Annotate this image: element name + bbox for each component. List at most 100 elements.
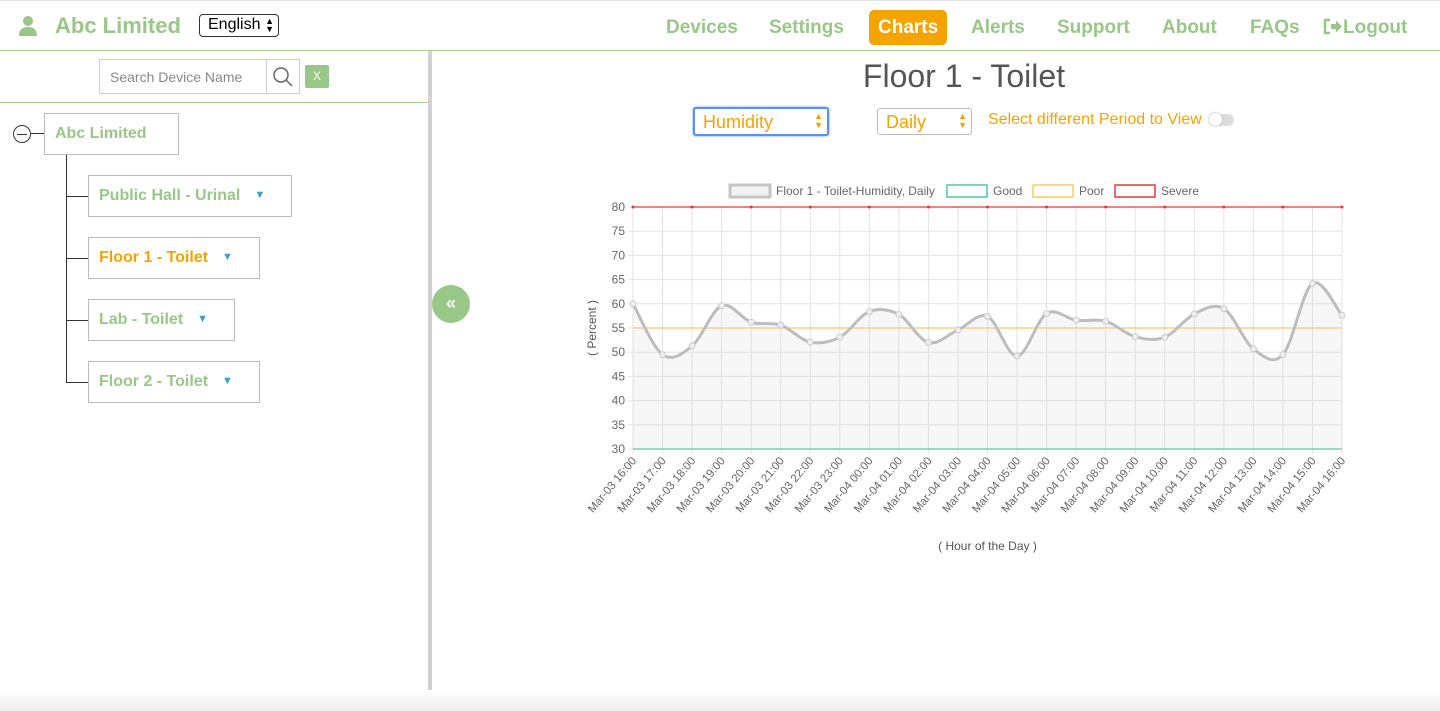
brand-name: Abc Limited	[55, 13, 181, 38]
y-axis-title: ( Percent )	[585, 300, 599, 356]
threshold-point	[1045, 205, 1049, 209]
nav-logout[interactable]: Logout	[1314, 10, 1416, 45]
tree-item-label: Floor 2 - Toilet	[99, 373, 209, 390]
legend-label: Severe	[1161, 184, 1199, 198]
data-point	[954, 326, 962, 334]
select-arrows-icon: ▲ ▼	[958, 111, 967, 130]
tree-item-label: Lab - Toilet	[99, 311, 184, 328]
y-tick-label: 60	[612, 297, 626, 311]
y-tick-label: 70	[612, 248, 626, 262]
legend-label: Floor 1 - Toilet-Humidity, Daily	[776, 184, 935, 198]
metric-value: Humidity	[703, 112, 774, 132]
tree-root[interactable]: Abc Limited	[44, 113, 179, 155]
clear-search-button[interactable]: X	[305, 65, 329, 88]
language-value: English	[208, 16, 261, 33]
data-point	[806, 338, 814, 346]
legend-swatch	[1114, 184, 1156, 198]
metric-select[interactable]: Humidity ▲ ▼	[693, 107, 829, 136]
tree-item-label: Floor 1 - Toilet	[99, 249, 209, 266]
legend-swatch	[728, 183, 772, 199]
humidity-line-chart: 3035404550556065707580Mar-03 16:00Mar-03…	[585, 183, 1348, 553]
sidebar-divider	[0, 102, 428, 103]
nav-alerts[interactable]: Alerts	[962, 10, 1034, 45]
caret-down-icon[interactable]: ▼	[222, 375, 233, 387]
period-toggle-label: Select different Period to View	[988, 111, 1202, 128]
data-point	[1220, 305, 1228, 313]
data-point	[895, 310, 903, 318]
search-icon	[273, 67, 293, 87]
threshold-point	[1281, 205, 1285, 209]
search-button[interactable]	[266, 59, 300, 94]
threshold-point	[867, 205, 871, 209]
threshold-point	[631, 205, 635, 209]
y-tick-label: 30	[612, 442, 626, 456]
threshold-point	[808, 205, 812, 209]
y-tick-label: 45	[612, 369, 626, 383]
nav-faqs[interactable]: FAQs	[1241, 10, 1309, 45]
nav-about[interactable]: About	[1153, 10, 1226, 45]
x-axis-title: ( Hour of the Day )	[938, 539, 1037, 553]
data-point	[747, 318, 755, 326]
threshold-point	[1222, 205, 1226, 209]
y-tick-label: 55	[612, 321, 626, 335]
tree-connector	[66, 382, 88, 383]
threshold-point	[1163, 205, 1167, 209]
period-toggle-switch[interactable]	[1209, 113, 1234, 126]
threshold-point	[1340, 205, 1344, 209]
language-select[interactable]: English ▲ ▼	[199, 14, 279, 37]
y-tick-label: 80	[612, 200, 626, 214]
tree-connector	[66, 155, 67, 382]
data-point	[1249, 345, 1257, 353]
data-point	[984, 312, 991, 320]
data-point	[1308, 279, 1316, 287]
collapse-tree-icon[interactable]	[13, 125, 31, 143]
tree-item-floor-2-toilet[interactable]: Floor 2 - Toilet ▼	[88, 361, 260, 403]
collapse-sidebar-button[interactable]: «	[432, 285, 470, 323]
data-point	[1161, 333, 1169, 341]
y-tick-label: 50	[612, 345, 626, 359]
threshold-point	[690, 205, 694, 209]
tree-item-lab-toilet[interactable]: Lab - Toilet ▼	[88, 299, 235, 341]
nav-support[interactable]: Support	[1048, 10, 1139, 45]
nav-charts[interactable]: Charts	[869, 10, 948, 45]
nav-devices[interactable]: Devices	[657, 10, 747, 45]
tree-root-label: Abc Limited	[55, 125, 147, 142]
top-navbar: Abc Limited English ▲ ▼ Devices Settings …	[0, 0, 1440, 51]
period-select[interactable]: Daily ▲ ▼	[877, 108, 972, 135]
threshold-point	[749, 205, 753, 209]
tree-connector	[31, 133, 45, 134]
nav-settings[interactable]: Settings	[760, 10, 853, 45]
y-tick-label: 75	[612, 224, 626, 238]
data-point	[924, 339, 932, 347]
y-tick-label: 35	[612, 418, 626, 432]
data-point	[688, 342, 696, 350]
tree-item-label: Public Hall - Urinal	[99, 187, 241, 204]
user-icon[interactable]	[18, 15, 38, 37]
data-point	[836, 333, 844, 341]
logout-icon	[1323, 18, 1342, 35]
caret-down-icon[interactable]: ▼	[222, 251, 233, 263]
legend-label: Poor	[1079, 184, 1104, 198]
tree-connector	[66, 258, 88, 259]
tree-connector	[66, 196, 88, 197]
tree-item-public-hall-urinal[interactable]: Public Hall - Urinal ▼	[88, 175, 292, 217]
y-tick-label: 40	[612, 394, 626, 408]
caret-down-icon[interactable]: ▼	[254, 189, 265, 201]
tree-connector	[66, 320, 88, 321]
data-point	[629, 300, 637, 308]
legend-swatch	[946, 184, 988, 198]
select-arrows-icon: ▲ ▼	[265, 16, 274, 34]
tree-item-floor-1-toilet[interactable]: Floor 1 - Toilet ▼	[88, 237, 260, 279]
page-title: Floor 1 - Toilet	[862, 58, 1066, 94]
threshold-point	[926, 205, 930, 209]
data-point	[1131, 333, 1139, 341]
search-input[interactable]: Search Device Name	[99, 59, 267, 94]
caret-down-icon[interactable]: ▼	[197, 313, 208, 325]
logout-label: Logout	[1343, 17, 1408, 38]
data-point	[1013, 352, 1021, 360]
data-point	[1043, 309, 1051, 317]
legend-swatch	[1032, 184, 1074, 198]
data-point	[659, 351, 667, 359]
data-point	[865, 308, 873, 316]
panel-divider[interactable]	[428, 51, 432, 711]
